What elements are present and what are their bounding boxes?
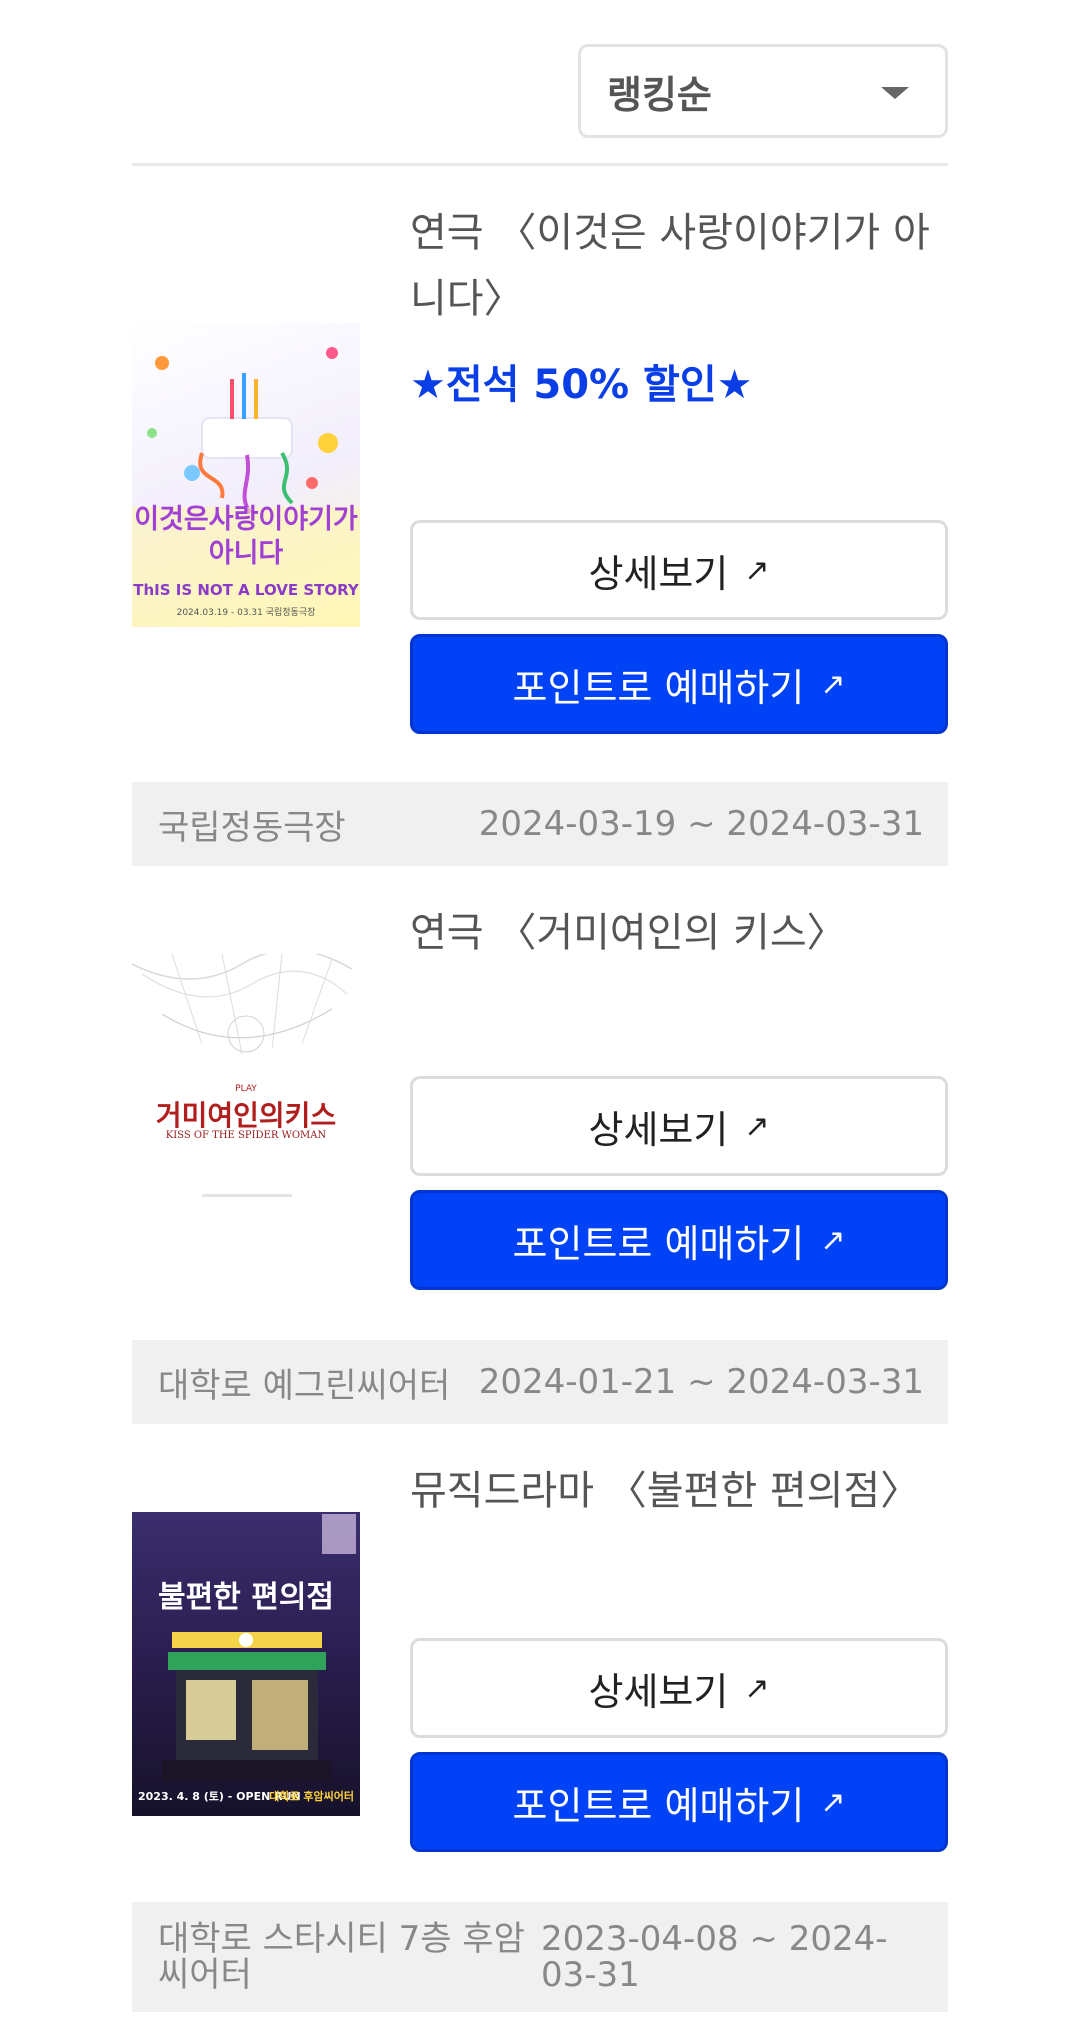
arrow-up-right-icon: ↗ (820, 666, 846, 702)
item-title[interactable]: 뮤직드라마 〈불편한 편의점〉 (410, 1458, 948, 1524)
date-range: 2024-01-21 ~ 2024-03-31 (478, 1362, 924, 1402)
date-range: 2023-04-08 ~ 2024-03-31 (541, 1919, 888, 1995)
poster-image[interactable]: 불편한 편의점 2023. 4. 8 (토) - OPEN RUN 대학로 후암… (132, 1512, 360, 1816)
book-button-label: 포인트로 예매하기 (512, 665, 805, 710)
detail-button-label: 상세보기 (588, 551, 729, 596)
sort-dropdown[interactable]: 랭킹순 (578, 44, 948, 138)
venue-text: 국립정동극장 (158, 807, 346, 848)
arrow-up-right-icon: ↗ (744, 552, 770, 588)
item-title[interactable]: 연극 〈거미여인의 키스〉 (410, 900, 948, 966)
poster-venue-text: 대학로 후암씨어터 (269, 1790, 354, 1803)
arrow-up-right-icon: ↗ (820, 1222, 846, 1258)
detail-button[interactable]: 상세보기 ↗ (410, 520, 948, 620)
detail-button-label: 상세보기 (588, 1669, 729, 1714)
poster-subtitle: ThIS IS NOT A LOVE STORY (133, 581, 359, 599)
detail-button[interactable]: 상세보기 ↗ (410, 1076, 948, 1176)
caret-down-icon (881, 87, 909, 99)
info-bar: 대학로 예그린씨어터 2024-01-21 ~ 2024-03-31 (132, 1340, 948, 1424)
book-button-label: 포인트로 예매하기 (512, 1221, 805, 1266)
list-divider (132, 163, 948, 166)
promo-text: ★전석 50% 할인★ (410, 362, 753, 408)
sort-dropdown-label: 랭킹순 (607, 72, 712, 117)
arrow-up-right-icon: ↗ (744, 1670, 770, 1706)
book-with-points-button[interactable]: 포인트로 예매하기 ↗ (410, 634, 948, 734)
detail-button[interactable]: 상세보기 ↗ (410, 1638, 948, 1738)
book-button-label: 포인트로 예매하기 (512, 1783, 805, 1828)
venue-text: 대학로 스타시티 7층 후암씨어터 (158, 1919, 525, 1995)
arrow-up-right-icon: ↗ (744, 1108, 770, 1144)
info-bar: 대학로 스타시티 7층 후암씨어터 2023-04-08 ~ 2024-03-3… (132, 1902, 948, 2012)
poster-play-label: PLAY (235, 1084, 257, 1094)
poster-title-text: 거미여인의키스 (155, 1099, 337, 1132)
poster-subtitle: KISS OF THE SPIDER WOMAN (165, 1130, 327, 1141)
arrow-up-right-icon: ↗ (820, 1784, 846, 1820)
venue-text: 대학로 예그린씨어터 (158, 1365, 451, 1406)
poster-title-text: 이것은사랑이야기가아니다 (134, 504, 358, 569)
item-title[interactable]: 연극 〈이것은 사랑이야기가 아니다〉 (410, 200, 948, 332)
info-bar: 국립정동극장 2024-03-19 ~ 2024-03-31 (132, 782, 948, 866)
poster-title-text: 불편한 편의점 (157, 1580, 335, 1615)
performance-list-page: 랭킹순 이것은사랑이야기가아니다 ThIS IS NOT A LOVE STOR… (0, 0, 1080, 2023)
book-with-points-button[interactable]: 포인트로 예매하기 ↗ (410, 1752, 948, 1852)
poster-image[interactable]: PLAY 거미여인의키스 KISS OF THE SPIDER WOMAN (132, 954, 360, 1258)
poster-image[interactable]: 이것은사랑이야기가아니다 ThIS IS NOT A LOVE STORY 20… (132, 323, 360, 627)
detail-button-label: 상세보기 (588, 1107, 729, 1152)
date-range: 2024-03-19 ~ 2024-03-31 (478, 804, 924, 844)
book-with-points-button[interactable]: 포인트로 예매하기 ↗ (410, 1190, 948, 1290)
poster-date-text: 2024.03.19 - 03.31 국립정동극장 (176, 608, 316, 618)
